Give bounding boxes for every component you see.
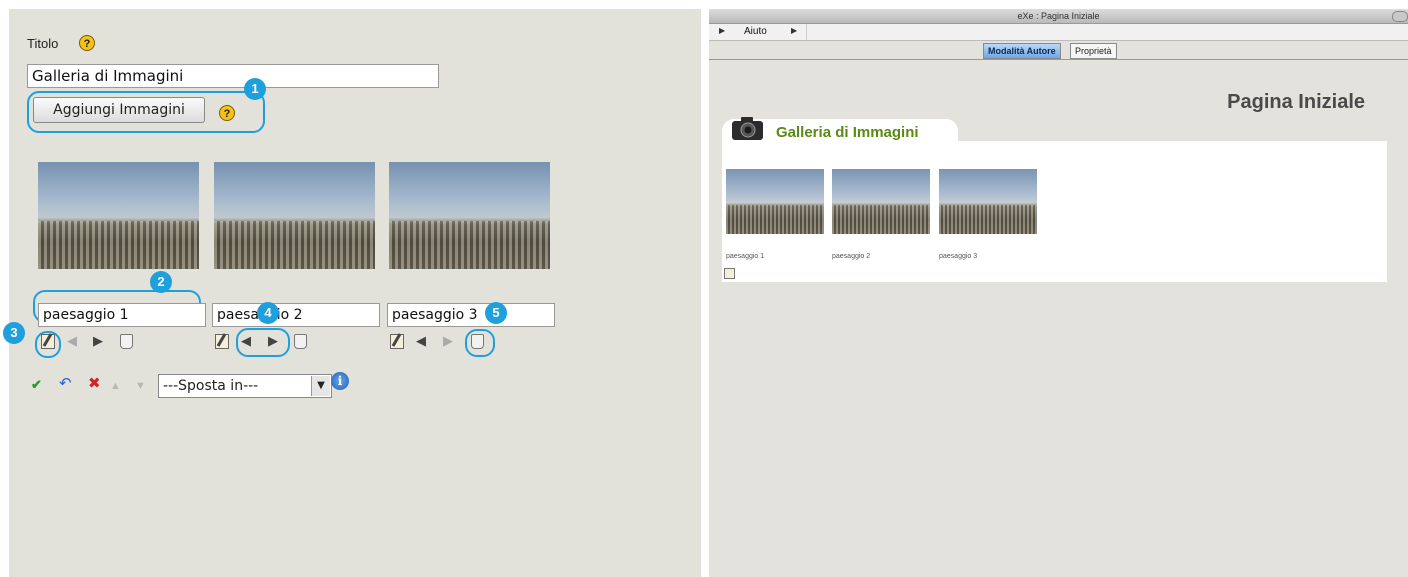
move-to-select-value: ---Sposta in--- [163,378,259,394]
arrow-right-icon[interactable]: ▶ [443,333,453,349]
menu-arrow-icon[interactable]: ▶ [791,26,797,35]
caption-input[interactable]: paesaggio 2 [212,303,380,327]
caption-input[interactable]: paesaggio 3 [387,303,555,327]
window-title: eXe : Pagina Iniziale [1017,11,1100,21]
move-down-icon[interactable]: ▼ [135,378,146,394]
help-icon[interactable]: ? [79,35,95,51]
image-thumbnail[interactable] [389,162,550,269]
arrow-left-icon[interactable]: ◀ [67,333,77,349]
move-to-select[interactable]: ---Sposta in--- ▼ [158,374,332,398]
callout-badge-3: 3 [3,322,25,344]
menu-divider [806,24,807,40]
trash-icon[interactable] [120,334,133,349]
tab-authoring[interactable]: Modalità Autore [983,43,1061,59]
gallery-thumbnail[interactable] [726,169,824,234]
add-images-button[interactable]: Aggiungi Immagini [33,97,205,123]
delete-icon[interactable]: ✖ [88,376,101,392]
edit-icon[interactable] [215,334,229,349]
caption-input[interactable]: paesaggio 1 [38,303,206,327]
trash-icon[interactable] [294,334,307,349]
title-input[interactable]: Galleria di Immagini [27,64,439,88]
window-zoom-button[interactable] [1392,11,1408,22]
gallery-thumbnail[interactable] [832,169,930,234]
move-up-icon[interactable]: ▲ [110,378,121,394]
edit-icon[interactable] [390,334,404,349]
arrow-right-icon[interactable]: ▶ [93,333,103,349]
gallery-caption: paesaggio 3 [939,253,978,260]
gallery-thumbnail[interactable] [939,169,1037,234]
camera-icon [732,117,763,140]
callout-badge-5: 5 [485,302,507,324]
info-icon[interactable]: i [331,372,349,390]
arrow-left-icon[interactable]: ◀ [416,333,426,349]
page-title: Pagina Iniziale [1227,91,1365,113]
trash-icon[interactable] [471,334,484,349]
title-label: Titolo [27,36,59,51]
arrow-left-icon[interactable]: ◀ [241,333,251,349]
tab-properties[interactable]: Proprietà [1070,43,1117,59]
callout-badge-4: 4 [257,302,279,324]
menu-bar: ▶ Aiuto ▶ [709,24,1408,41]
done-check-icon[interactable]: ✔ [31,377,42,393]
tab-divider [709,59,1408,60]
idevice-title: Galleria di Immagini [776,124,919,141]
menu-arrow-icon[interactable]: ▶ [719,26,725,35]
image-thumbnail[interactable] [38,162,199,269]
gallery-caption: paesaggio 2 [832,253,871,260]
exe-preview-window: eXe : Pagina Iniziale ▶ Aiuto ▶ Modalità… [709,9,1408,577]
help-icon[interactable]: ? [219,105,235,121]
gallery-editor-panel: Titolo ? Galleria di Immagini Aggiungi I… [3,9,701,577]
window-titlebar: eXe : Pagina Iniziale [709,9,1408,24]
callout-badge-1: 1 [244,78,266,100]
edit-icon[interactable] [41,334,55,349]
edit-icon[interactable] [724,268,735,279]
chevron-down-icon[interactable]: ▼ [311,376,330,396]
undo-icon[interactable]: ↶ [59,376,72,392]
arrow-right-icon[interactable]: ▶ [268,333,278,349]
menu-item-aiuto[interactable]: Aiuto [744,26,767,37]
image-thumbnail[interactable] [214,162,375,269]
gallery-caption: paesaggio 1 [726,253,765,260]
callout-badge-2: 2 [150,271,172,293]
